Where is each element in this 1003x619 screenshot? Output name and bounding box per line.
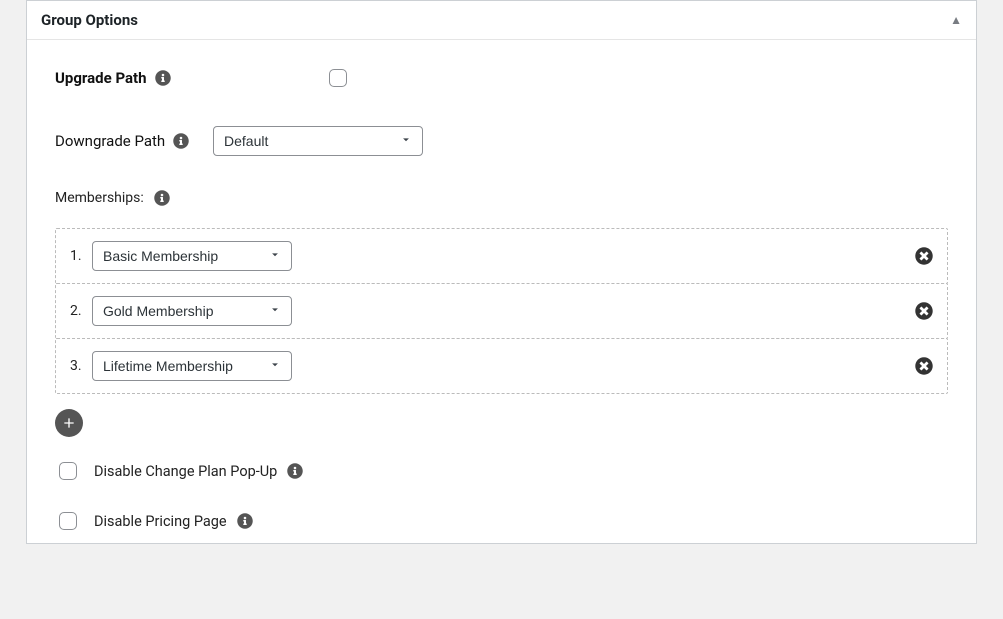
downgrade-path-select-wrap: Default xyxy=(213,126,423,156)
membership-select[interactable]: Gold Membership xyxy=(92,296,292,326)
downgrade-path-label: Downgrade Path xyxy=(55,132,213,150)
downgrade-path-label-text: Downgrade Path xyxy=(55,132,165,150)
disable-pricing-page-checkbox[interactable] xyxy=(59,512,77,530)
memberships-label-text: Memberships: xyxy=(55,190,144,206)
memberships-list: 1. Basic Membership 2. Gold Membershi xyxy=(55,228,948,394)
disable-change-plan-label-text: Disable Change Plan Pop-Up xyxy=(94,463,277,480)
info-icon[interactable] xyxy=(154,190,170,206)
remove-membership-button[interactable] xyxy=(915,302,933,320)
remove-membership-button[interactable] xyxy=(915,357,933,375)
info-icon[interactable] xyxy=(287,463,303,479)
membership-select[interactable]: Lifetime Membership xyxy=(92,351,292,381)
add-membership-button[interactable] xyxy=(55,409,83,437)
memberships-label: Memberships: xyxy=(55,190,948,206)
membership-row[interactable]: 2. Gold Membership xyxy=(55,283,948,339)
info-icon[interactable] xyxy=(155,70,171,86)
disable-pricing-page-label-text: Disable Pricing Page xyxy=(94,513,227,530)
metabox-header[interactable]: Group Options ▲ xyxy=(27,1,976,40)
info-icon[interactable] xyxy=(237,513,253,529)
membership-index: 3. xyxy=(70,358,92,374)
upgrade-path-row: Upgrade Path xyxy=(55,66,948,90)
upgrade-path-checkbox[interactable] xyxy=(329,69,347,87)
group-options-metabox: Group Options ▲ Upgrade Path Downgrade P… xyxy=(26,0,977,544)
disable-change-plan-label: Disable Change Plan Pop-Up xyxy=(94,463,303,480)
upgrade-path-label-text: Upgrade Path xyxy=(55,69,147,87)
remove-membership-button[interactable] xyxy=(915,247,933,265)
info-icon[interactable] xyxy=(173,133,189,149)
disable-pricing-page-row: Disable Pricing Page xyxy=(55,509,948,533)
downgrade-path-select[interactable]: Default xyxy=(213,126,423,156)
metabox-title: Group Options xyxy=(41,11,138,29)
collapse-toggle[interactable]: ▲ xyxy=(950,13,962,27)
membership-index: 1. xyxy=(70,248,92,264)
disable-change-plan-row: Disable Change Plan Pop-Up xyxy=(55,459,948,483)
disable-pricing-page-label: Disable Pricing Page xyxy=(94,513,253,530)
membership-row[interactable]: 3. Lifetime Membership xyxy=(55,338,948,394)
upgrade-path-label: Upgrade Path xyxy=(55,69,325,87)
membership-select[interactable]: Basic Membership xyxy=(92,241,292,271)
downgrade-path-row: Downgrade Path Default xyxy=(55,126,948,156)
disable-change-plan-checkbox[interactable] xyxy=(59,462,77,480)
membership-row[interactable]: 1. Basic Membership xyxy=(55,228,948,284)
membership-index: 2. xyxy=(70,303,92,319)
